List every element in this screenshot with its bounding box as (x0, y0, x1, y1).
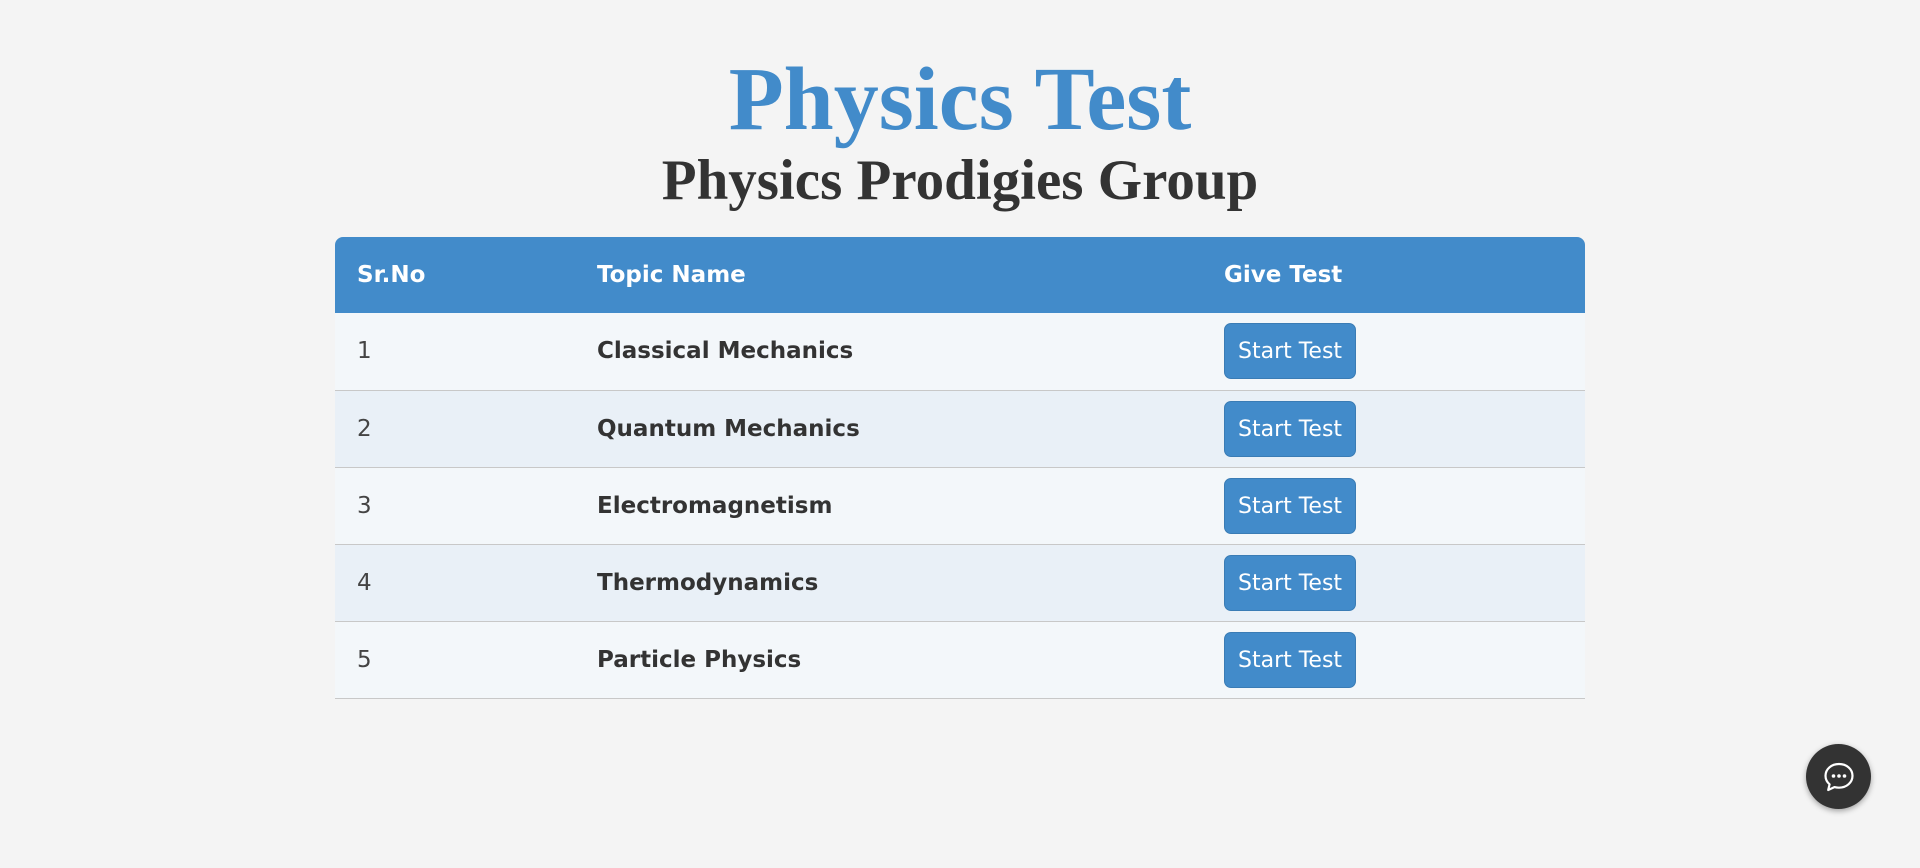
action-cell: Start Test (1202, 313, 1585, 391)
topics-table: Sr.No Topic Name Give Test 1 Classical M… (335, 237, 1585, 699)
table-header: Sr.No Topic Name Give Test (335, 237, 1585, 313)
table-header-row: Sr.No Topic Name Give Test (335, 237, 1585, 313)
column-header-give-test: Give Test (1202, 237, 1585, 313)
start-test-button[interactable]: Start Test (1224, 554, 1357, 611)
chat-button[interactable] (1806, 744, 1871, 809)
row-number: 5 (335, 621, 575, 699)
topic-name: Quantum Mechanics (575, 390, 1202, 468)
topic-name: Thermodynamics (575, 544, 1202, 622)
table-row: 1 Classical Mechanics Start Test (335, 313, 1585, 391)
table-row: 4 Thermodynamics Start Test (335, 544, 1585, 622)
row-number: 1 (335, 313, 575, 391)
start-test-button[interactable]: Start Test (1224, 400, 1357, 457)
start-test-button[interactable]: Start Test (1224, 323, 1357, 380)
action-cell: Start Test (1202, 544, 1585, 622)
row-number: 3 (335, 467, 575, 545)
topics-table-container: Sr.No Topic Name Give Test 1 Classical M… (335, 237, 1585, 699)
page-title: Physics Test (728, 50, 1192, 149)
table-body: 1 Classical Mechanics Start Test 2 Quant… (335, 313, 1585, 699)
column-header-topic-name: Topic Name (575, 237, 1202, 313)
topic-name: Classical Mechanics (575, 313, 1202, 391)
table-row: 5 Particle Physics Start Test (335, 621, 1585, 699)
action-cell: Start Test (1202, 621, 1585, 699)
row-number: 4 (335, 544, 575, 622)
chat-bubble-icon (1823, 762, 1854, 791)
start-test-button[interactable]: Start Test (1224, 477, 1357, 534)
group-subtitle: Physics Prodigies Group (661, 149, 1259, 212)
table-row: 2 Quantum Mechanics Start Test (335, 390, 1585, 468)
action-cell: Start Test (1202, 467, 1585, 545)
topic-name: Particle Physics (575, 621, 1202, 699)
action-cell: Start Test (1202, 390, 1585, 468)
table-row: 3 Electromagnetism Start Test (335, 467, 1585, 545)
start-test-button[interactable]: Start Test (1224, 631, 1357, 688)
topic-name: Electromagnetism (575, 467, 1202, 545)
row-number: 2 (335, 390, 575, 468)
column-header-srno: Sr.No (335, 237, 575, 313)
